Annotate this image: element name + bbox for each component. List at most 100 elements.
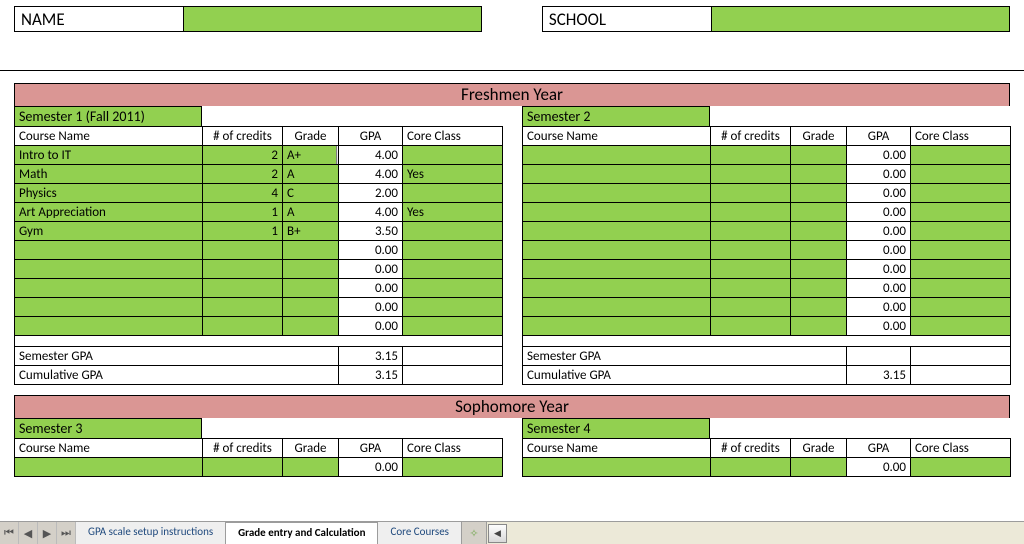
credits-cell[interactable] xyxy=(203,298,283,317)
core-class-cell[interactable] xyxy=(911,146,1011,165)
grade-cell[interactable] xyxy=(791,222,847,241)
core-class-cell[interactable] xyxy=(403,260,503,279)
tab-nav-last[interactable]: ⏭ xyxy=(57,522,76,544)
course-name-cell[interactable] xyxy=(15,458,203,477)
core-class-cell[interactable] xyxy=(911,222,1011,241)
grade-cell[interactable] xyxy=(791,317,847,336)
course-name-cell[interactable]: Art Appreciation xyxy=(15,203,203,222)
core-class-cell[interactable] xyxy=(911,165,1011,184)
course-name-cell[interactable] xyxy=(523,184,711,203)
grade-cell[interactable] xyxy=(791,146,847,165)
credits-cell[interactable] xyxy=(711,317,791,336)
grade-dropdown-button[interactable] xyxy=(336,146,339,165)
new-sheet-button[interactable]: ✧ xyxy=(462,522,486,544)
grade-cell[interactable] xyxy=(791,458,847,477)
tab-nav-prev[interactable]: ◀ xyxy=(19,522,38,544)
core-class-cell[interactable] xyxy=(911,260,1011,279)
credits-cell[interactable] xyxy=(711,279,791,298)
grade-cell[interactable] xyxy=(791,203,847,222)
grade-cell[interactable]: A xyxy=(283,203,339,222)
core-class-cell[interactable] xyxy=(911,458,1011,477)
sheet-tab[interactable]: GPA scale setup instructions xyxy=(76,522,226,544)
course-name-cell[interactable]: Intro to IT xyxy=(15,146,203,165)
credits-cell[interactable]: 2 xyxy=(203,146,283,165)
credits-cell[interactable] xyxy=(711,458,791,477)
credits-cell[interactable] xyxy=(203,458,283,477)
course-name-cell[interactable] xyxy=(523,279,711,298)
credits-cell[interactable] xyxy=(711,222,791,241)
credits-cell[interactable]: 4 xyxy=(203,184,283,203)
core-class-cell[interactable] xyxy=(911,317,1011,336)
credits-cell[interactable] xyxy=(711,165,791,184)
course-name-cell[interactable] xyxy=(523,241,711,260)
grade-cell[interactable] xyxy=(283,241,339,260)
course-name-cell[interactable] xyxy=(15,298,203,317)
core-class-cell[interactable] xyxy=(911,298,1011,317)
credits-cell[interactable] xyxy=(203,317,283,336)
grade-cell[interactable] xyxy=(283,317,339,336)
course-name-cell[interactable] xyxy=(523,203,711,222)
grade-cell[interactable] xyxy=(283,260,339,279)
core-class-cell[interactable] xyxy=(403,184,503,203)
course-name-cell[interactable] xyxy=(523,458,711,477)
credits-cell[interactable] xyxy=(203,241,283,260)
course-name-cell[interactable]: Physics xyxy=(15,184,203,203)
core-class-cell[interactable] xyxy=(403,317,503,336)
grade-cell[interactable] xyxy=(791,184,847,203)
tab-nav-next[interactable]: ▶ xyxy=(38,522,57,544)
credits-cell[interactable]: 1 xyxy=(203,203,283,222)
grade-cell[interactable] xyxy=(791,260,847,279)
core-class-cell[interactable] xyxy=(403,146,503,165)
grade-cell[interactable] xyxy=(791,279,847,298)
grade-cell[interactable]: C xyxy=(283,184,339,203)
grade-cell[interactable] xyxy=(791,241,847,260)
credits-cell[interactable]: 1 xyxy=(203,222,283,241)
core-class-cell[interactable] xyxy=(403,222,503,241)
course-name-cell[interactable] xyxy=(523,165,711,184)
course-name-cell[interactable] xyxy=(523,298,711,317)
course-name-cell[interactable] xyxy=(15,241,203,260)
course-name-cell[interactable]: Math xyxy=(15,165,203,184)
course-name-cell[interactable] xyxy=(523,146,711,165)
grade-cell[interactable] xyxy=(283,298,339,317)
course-name-cell[interactable] xyxy=(15,260,203,279)
grade-cell[interactable]: B+ xyxy=(283,222,339,241)
core-class-cell[interactable] xyxy=(403,241,503,260)
grade-cell[interactable] xyxy=(791,165,847,184)
course-name-cell[interactable] xyxy=(523,222,711,241)
core-class-cell[interactable] xyxy=(403,279,503,298)
credits-cell[interactable] xyxy=(711,184,791,203)
credits-cell[interactable] xyxy=(711,146,791,165)
course-name-cell[interactable] xyxy=(15,317,203,336)
tab-nav-first[interactable]: ⏮ xyxy=(0,522,19,544)
credits-cell[interactable] xyxy=(711,203,791,222)
credits-cell[interactable] xyxy=(711,260,791,279)
core-class-cell[interactable]: Yes xyxy=(403,203,503,222)
core-class-cell[interactable]: Yes xyxy=(403,165,503,184)
core-class-cell[interactable] xyxy=(911,279,1011,298)
credits-cell[interactable] xyxy=(711,298,791,317)
name-input[interactable] xyxy=(183,6,482,32)
course-name-cell[interactable] xyxy=(523,260,711,279)
course-name-cell[interactable] xyxy=(15,279,203,298)
core-class-cell[interactable] xyxy=(911,241,1011,260)
sheet-tab[interactable]: Grade entry and Calculation xyxy=(226,522,378,544)
credits-cell[interactable]: 2 xyxy=(203,165,283,184)
credits-cell[interactable] xyxy=(711,241,791,260)
horizontal-scrollbar[interactable]: ◀ xyxy=(486,522,1024,544)
sheet-tab[interactable]: Core Courses xyxy=(378,522,462,544)
core-class-cell[interactable] xyxy=(911,184,1011,203)
scroll-left-button[interactable]: ◀ xyxy=(488,524,507,543)
core-class-cell[interactable] xyxy=(403,458,503,477)
grade-cell[interactable]: A+ xyxy=(283,146,339,165)
grade-cell[interactable]: A xyxy=(283,165,339,184)
core-class-cell[interactable] xyxy=(911,203,1011,222)
credits-cell[interactable] xyxy=(203,260,283,279)
course-name-cell[interactable] xyxy=(523,317,711,336)
grade-cell[interactable] xyxy=(791,298,847,317)
course-name-cell[interactable]: Gym xyxy=(15,222,203,241)
grade-cell[interactable] xyxy=(283,458,339,477)
credits-cell[interactable] xyxy=(203,279,283,298)
school-input[interactable] xyxy=(711,6,1010,32)
core-class-cell[interactable] xyxy=(403,298,503,317)
